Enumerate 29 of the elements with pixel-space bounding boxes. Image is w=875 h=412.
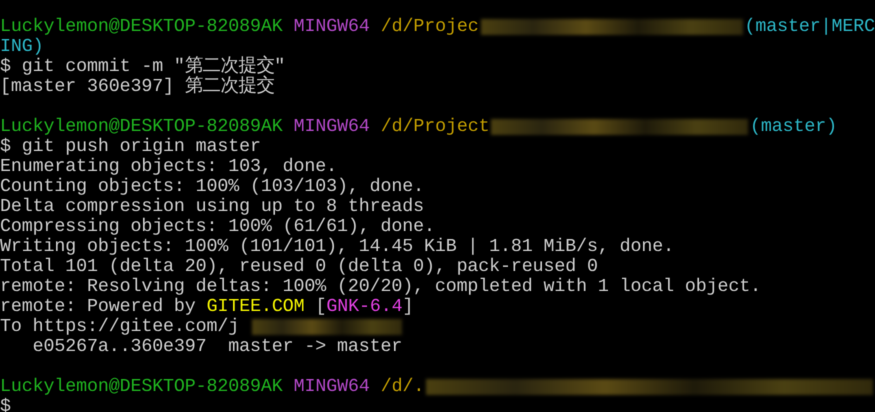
terminal-text: [master 360e397] 第二次提交 bbox=[0, 77, 274, 97]
prompt-path: /d/. bbox=[380, 377, 424, 397]
terminal-text: Delta compression using up to 8 threads bbox=[0, 197, 424, 217]
terminal-text: remote: Resolving deltas: 100% (20/20), completed with 1 local object. bbox=[0, 277, 761, 297]
terminal-text: Compressing objects: 100% (61/61), done. bbox=[0, 217, 435, 237]
prompt-system: MINGW64 bbox=[294, 17, 370, 37]
prompt-user: Luckylemon@DESKTOP-82089AK bbox=[0, 17, 283, 37]
terminal-text: GNK-6.4 bbox=[326, 297, 402, 317]
terminal-text: Enumerating objects: 103, done. bbox=[0, 157, 337, 177]
prompt-user: Luckylemon@DESKTOP-82089AK bbox=[0, 377, 283, 397]
terminal-text: e05267a..360e397 master -> master bbox=[32, 337, 402, 357]
terminal-text: GITEE.COM bbox=[206, 297, 305, 317]
prompt-branch: (master) bbox=[750, 117, 838, 137]
terminal-text: Counting objects: 100% (103/103), done. bbox=[0, 177, 424, 197]
prompt-path: /d/Project bbox=[380, 117, 490, 137]
prompt-branch: (master|MERC bbox=[744, 17, 875, 37]
terminal-text: [ bbox=[316, 297, 326, 317]
terminal-text: Total 101 (delta 20), reused 0 (delta 0), pack-reused 0 bbox=[0, 257, 598, 277]
prompt-system: MINGW64 bbox=[294, 377, 370, 397]
prompt-path: /d/Projec bbox=[380, 17, 479, 37]
terminal-text: ] bbox=[402, 297, 414, 317]
terminal-text: remote: Powered by bbox=[0, 297, 196, 317]
terminal-text: $ git push origin master bbox=[0, 137, 261, 157]
prompt-system: MINGW64 bbox=[294, 117, 370, 137]
terminal-text: $ bbox=[0, 397, 11, 412]
prompt-user: Luckylemon@DESKTOP-82089AK bbox=[0, 117, 283, 137]
terminal-text: ING) bbox=[0, 37, 44, 57]
terminal-text: Writing objects: 100% (101/101), 14.45 KiB | 1.81 MiB/s, done. bbox=[0, 237, 674, 257]
terminal-text: To https://gitee.com/j bbox=[0, 317, 240, 337]
